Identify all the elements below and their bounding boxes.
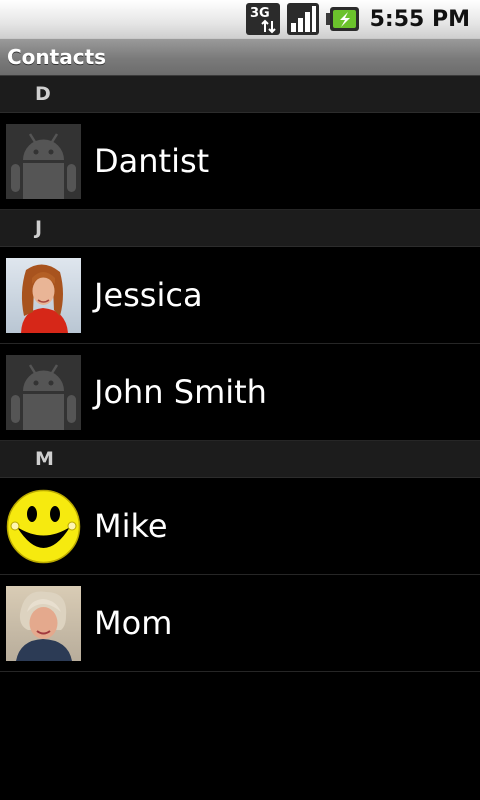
- contact-row-mom[interactable]: Mom: [0, 575, 480, 672]
- status-bar: 3G 5:55 PM: [0, 0, 480, 38]
- page-title: Contacts: [7, 45, 107, 69]
- section-header-d: D: [0, 76, 480, 113]
- section-letter: M: [35, 448, 54, 470]
- section-letter: D: [35, 83, 51, 105]
- clock: 5:55 PM: [369, 6, 470, 32]
- android-default-avatar: [6, 123, 81, 199]
- contact-name: John Smith: [94, 373, 267, 411]
- section-header-j: J: [0, 210, 480, 247]
- smiley-face-avatar: [6, 488, 81, 564]
- contact-name: Dantist: [94, 142, 210, 180]
- contact-name: Jessica: [94, 276, 203, 314]
- android-default-avatar: [6, 354, 81, 430]
- contact-row-dantist[interactable]: Dantist: [0, 113, 480, 210]
- contact-row-mike[interactable]: Mike: [0, 478, 480, 575]
- section-letter: J: [35, 217, 43, 239]
- title-bar: Contacts: [0, 38, 480, 76]
- svg-text:3G: 3G: [250, 6, 270, 21]
- battery-charging-icon: [325, 4, 360, 34]
- photo-woman-red-jacket: [6, 257, 81, 333]
- photo-woman-blonde: [6, 585, 81, 661]
- signal-strength-icon: [286, 3, 319, 35]
- contact-row-john-smith[interactable]: John Smith: [0, 344, 480, 441]
- contact-name: Mike: [94, 507, 168, 545]
- 3g-data-icon: 3G: [245, 3, 280, 35]
- section-header-m: M: [0, 441, 480, 478]
- contacts-list: D Dantist J Jessica John Smith M Mike Mo…: [0, 76, 480, 672]
- contact-row-jessica[interactable]: Jessica: [0, 247, 480, 344]
- contact-name: Mom: [94, 604, 173, 642]
